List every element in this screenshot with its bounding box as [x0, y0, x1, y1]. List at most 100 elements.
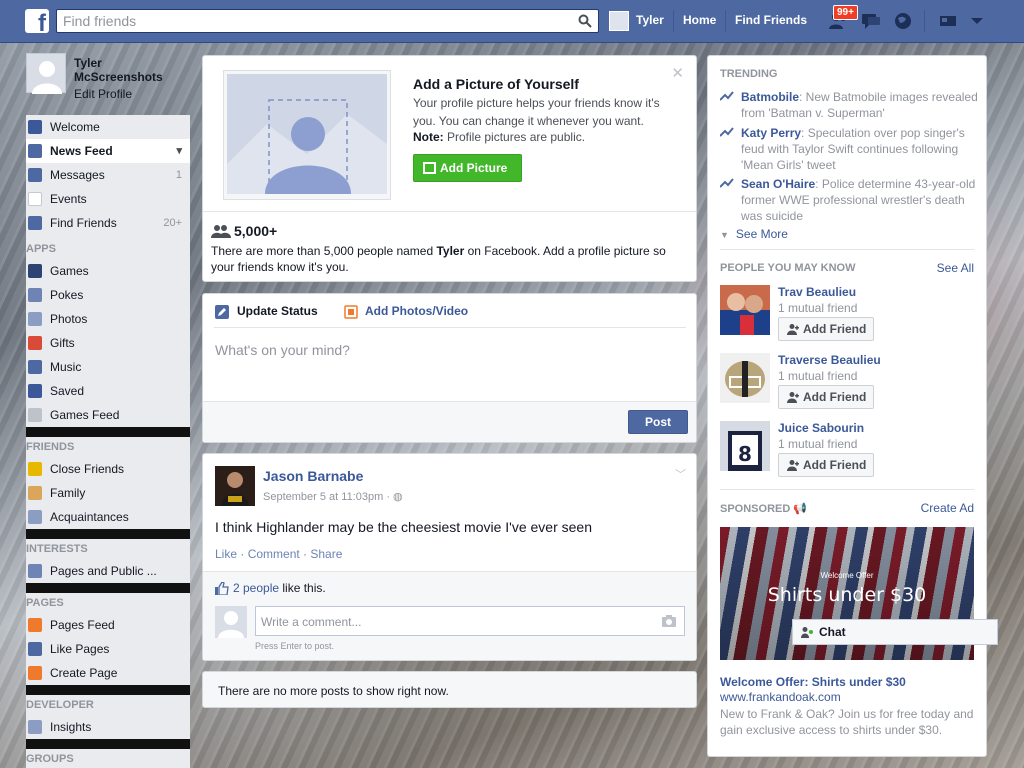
sidebar-item-photos[interactable]: Photos: [26, 307, 190, 331]
profile-name-first[interactable]: Tyler: [74, 56, 102, 70]
sidebar-item-pages-feed[interactable]: Pages Feed: [26, 613, 190, 637]
add-picture-button[interactable]: Add Picture: [413, 154, 522, 182]
sidebar-item-gifts[interactable]: Gifts: [26, 331, 190, 355]
add-friend-button[interactable]: Add Friend: [778, 453, 874, 477]
profile-name-last[interactable]: McScreenshots: [74, 70, 163, 84]
trending-item[interactable]: Sean O'Haire: Police determine 43-year-o…: [720, 176, 978, 224]
sidebar-item-close-friends[interactable]: Close Friends: [26, 457, 190, 481]
post-options-chevron-down-icon[interactable]: ﹀: [675, 466, 686, 482]
nav-profile-link[interactable]: Tyler: [636, 13, 664, 27]
pymk-person: Trav Beaulieu 1 mutual friend Add Friend: [720, 285, 978, 341]
silhouette-icon: [218, 611, 244, 638]
tab-update-status[interactable]: Update Status: [237, 304, 318, 318]
sidebar-item-insights[interactable]: Insights: [26, 715, 190, 739]
search-input[interactable]: [57, 10, 557, 32]
sidebar-item-create-page[interactable]: Create Page: [26, 661, 190, 685]
post-timestamp[interactable]: September 5 at 11:03pm · ◍: [263, 490, 403, 503]
sidebar-item-pokes[interactable]: Pokes: [26, 283, 190, 307]
ad-url[interactable]: www.frankandoak.com: [720, 690, 841, 704]
post-button[interactable]: Post: [628, 410, 688, 434]
profile-name[interactable]: Tyler McScreenshots: [74, 56, 163, 84]
acquaintances-icon: [28, 510, 42, 524]
trending-item[interactable]: Batmobile: New Batmobile images revealed…: [720, 89, 978, 121]
sidebar-item-label: Saved: [50, 384, 85, 398]
likes-people-link[interactable]: 2 people: [233, 581, 279, 595]
trending-topic[interactable]: Katy Perry: [741, 126, 801, 140]
search-icon[interactable]: [578, 14, 592, 28]
sidebar-item-like-pages[interactable]: Like Pages: [26, 637, 190, 661]
post-body: I think Highlander may be the cheesiest …: [215, 519, 592, 535]
notifications-globe-icon[interactable]: [892, 11, 914, 31]
post-time-text[interactable]: September 5 at 11:03pm ·: [263, 491, 393, 503]
sidebar-item-label: Acquaintances: [50, 510, 129, 524]
sidebar-item-games-feed[interactable]: Games Feed: [26, 403, 190, 427]
person-name[interactable]: Juice Sabourin: [778, 421, 864, 435]
camera-icon[interactable]: [662, 615, 676, 627]
composer-tab-divider: [214, 327, 686, 328]
sidebar-item-messages[interactable]: Messages 1: [26, 163, 190, 187]
search-box[interactable]: [56, 9, 599, 33]
sidebar-item-games[interactable]: Games: [26, 259, 190, 283]
game-controller-icon: [28, 408, 42, 422]
post-author-name[interactable]: Jason Barnabe: [263, 468, 363, 484]
comment-link[interactable]: Comment: [248, 547, 300, 561]
profile-picture-placeholder[interactable]: [26, 53, 66, 94]
chat-tab[interactable]: Chat: [792, 619, 998, 645]
sidebar-item-label: Family: [50, 486, 86, 500]
trending-item[interactable]: Katy Perry: Speculation over pop singer'…: [720, 125, 978, 173]
account-menu-chevron-down-icon[interactable]: [966, 11, 988, 31]
tab-add-photos-video[interactable]: Add Photos/Video: [365, 304, 468, 318]
add-friend-button[interactable]: Add Friend: [778, 385, 874, 409]
friends-icon: [28, 216, 42, 230]
sidebar-item-music[interactable]: Music: [26, 355, 190, 379]
post-author-avatar[interactable]: [215, 466, 255, 506]
ad-title[interactable]: Welcome Offer: Shirts under $30: [720, 675, 906, 689]
author-photo: [215, 466, 255, 506]
facebook-logo-icon[interactable]: f: [25, 9, 49, 36]
sidebar-item-label: Find Friends: [50, 216, 117, 230]
trending-see-more[interactable]: ▼ See More: [720, 227, 788, 241]
messages-icon[interactable]: [860, 11, 882, 31]
sidebar-item-pages-and-public[interactable]: Pages and Public ...: [26, 559, 190, 583]
sidebar-item-welcome[interactable]: Welcome: [26, 115, 190, 139]
person-photo[interactable]: [720, 353, 770, 403]
sidebar-item-label: News Feed: [50, 144, 113, 158]
sidebar-item-find-friends[interactable]: Find Friends 20+: [26, 211, 190, 235]
person-name[interactable]: Traverse Beaulieu: [778, 353, 881, 367]
add-friend-button[interactable]: Add Friend: [778, 317, 874, 341]
mutual-friends[interactable]: 1 mutual friend: [778, 369, 857, 383]
sidebar-item-news-feed[interactable]: News Feed ▾: [26, 139, 190, 163]
sidebar-item-events[interactable]: Events: [26, 187, 190, 211]
status-input[interactable]: What's on your mind?: [215, 342, 350, 358]
mutual-friends[interactable]: 1 mutual friend: [778, 437, 857, 451]
create-ad-link[interactable]: Create Ad: [921, 501, 974, 515]
friends-nav-group: Close Friends Family Acquaintances: [26, 457, 190, 529]
see-more-label[interactable]: See More: [736, 227, 788, 241]
edit-profile-link[interactable]: Edit Profile: [74, 87, 132, 101]
rss-feed-icon: [28, 564, 42, 578]
comment-input[interactable]: Write a comment...: [255, 606, 685, 636]
sidebar-item-family[interactable]: Family: [26, 481, 190, 505]
close-icon[interactable]: ✕: [671, 64, 684, 82]
privacy-shortcuts-icon[interactable]: [938, 11, 960, 31]
nav-avatar[interactable]: [609, 11, 629, 31]
person-photo[interactable]: [720, 285, 770, 335]
interests-nav-group: Pages and Public ...: [26, 559, 190, 583]
section-gap: [26, 583, 190, 593]
news-feed-options-chevron-down-icon[interactable]: ▾: [176, 139, 182, 163]
pymk-see-all-link[interactable]: See All: [937, 261, 974, 275]
sidebar-item-label: Events: [50, 192, 87, 206]
trending-topic[interactable]: Batmobile: [741, 90, 799, 104]
person-name[interactable]: Trav Beaulieu: [778, 285, 856, 299]
nav-find-friends-link[interactable]: Find Friends: [735, 13, 807, 27]
sidebar-item-acquaintances[interactable]: Acquaintances: [26, 505, 190, 529]
share-link[interactable]: Share: [310, 547, 342, 561]
sidebar-item-saved[interactable]: Saved: [26, 379, 190, 403]
chevron-down-icon: ▼: [720, 230, 729, 240]
add-picture-preview[interactable]: [227, 74, 387, 195]
person-photo[interactable]: 8: [720, 421, 770, 471]
nav-home-link[interactable]: Home: [683, 13, 716, 27]
trending-topic[interactable]: Sean O'Haire: [741, 177, 815, 191]
like-link[interactable]: Like: [215, 547, 237, 561]
mutual-friends[interactable]: 1 mutual friend: [778, 301, 857, 315]
